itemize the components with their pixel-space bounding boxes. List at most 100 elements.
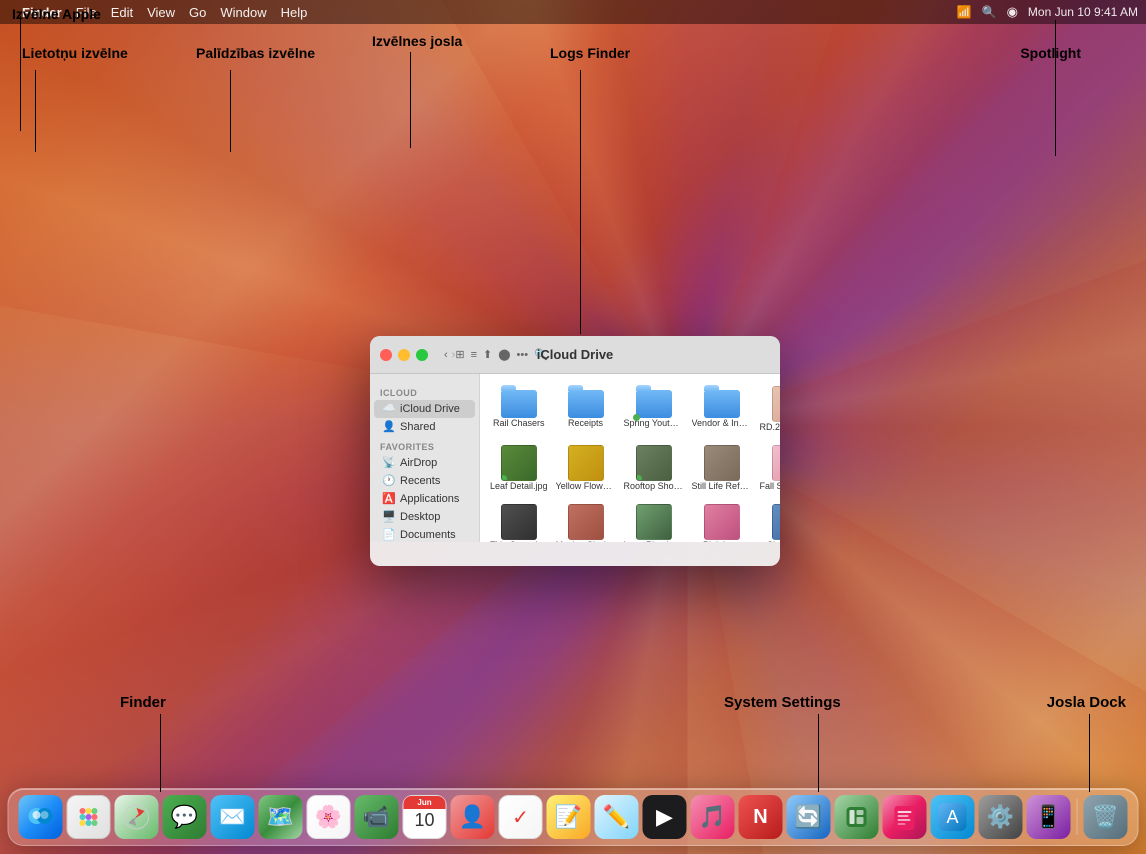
ann-line-system-settings (818, 714, 819, 792)
view-grid-icon[interactable]: ⊞ (455, 348, 464, 361)
sidebar-icloud-drive-label: iCloud Drive (400, 403, 460, 415)
help-menu-item[interactable]: Help (281, 5, 308, 20)
dock-item-appstore[interactable]: A (931, 795, 975, 839)
back-button[interactable]: ‹ (444, 349, 448, 361)
file-thumb-fallscents (772, 445, 780, 481)
file-label-flower: Yellow Flower.jpg (556, 481, 616, 492)
sidebar-recents-label: Recents (400, 475, 440, 487)
sidebar-item-icloud-drive[interactable]: ☁️ iCloud Drive (374, 400, 475, 418)
file-thumb-lonepine (636, 504, 672, 540)
file-label-fallscents: Fall Scents Outline.pages (760, 481, 780, 492)
dock-item-freeform[interactable]: ✏️ (595, 795, 639, 839)
dock: 💬 ✉️ 🗺️ 🌸 📹 Jun 10 👤 ✓ (8, 788, 1139, 846)
settings-emoji: ⚙️ (987, 804, 1014, 830)
dock-item-facetime[interactable]: 📹 (355, 795, 399, 839)
sidebar-documents-label: Documents (400, 529, 456, 541)
file-label-stilllife: Still Life Reference.jpg (692, 481, 752, 492)
dock-item-finder[interactable] (19, 795, 63, 839)
file-item-leaf[interactable]: Leaf Detail.jpg (488, 441, 550, 496)
go-menu-item[interactable]: Go (189, 5, 206, 20)
migration-emoji: 🔄 (795, 804, 822, 830)
edit-menu-item[interactable]: Edit (111, 5, 133, 20)
file-thumb-stilllife (704, 445, 740, 481)
menubar-date: Mon Jun 10 9:41 AM (1028, 5, 1138, 19)
dock-item-messages[interactable]: 💬 (163, 795, 207, 839)
finder-menu-item[interactable]: Finder (22, 5, 62, 20)
dock-item-migration[interactable]: 🔄 (787, 795, 831, 839)
applications-icon: 🅰️ (382, 492, 396, 506)
spotlight-icon[interactable]: 🔍 (982, 5, 997, 19)
file-item-skater[interactable]: Skater.jpeg (758, 500, 780, 542)
view-list-icon[interactable]: ≡ (471, 349, 477, 361)
dock-item-maps[interactable]: 🗺️ (259, 795, 303, 839)
file-item-stilllife[interactable]: Still Life Reference.jpg (690, 441, 754, 496)
traffic-light-fullscreen[interactable] (416, 349, 428, 361)
dock-item-iphone-mirror[interactable]: 📱 (1027, 795, 1071, 839)
sidebar-item-recents[interactable]: 🕐 Recents (374, 472, 475, 490)
view-menu-item[interactable]: View (147, 5, 175, 20)
window-menu-item[interactable]: Window (220, 5, 266, 20)
menubar-right: 📶 🔍 ◉ Mon Jun 10 9:41 AM (957, 4, 1138, 20)
file-item-mexicocity[interactable]: Mexico City.jpeg (554, 500, 618, 542)
sidebar-applications-label: Applications (400, 493, 459, 505)
file-item-vendor[interactable]: Vendor & Invoices (690, 382, 754, 437)
file-item-lonepine[interactable]: Lone Pine.jpeg (622, 500, 686, 542)
dock-item-music[interactable]: 🎵 (691, 795, 735, 839)
tag-icon[interactable]: ⬤ (498, 348, 510, 361)
news-letter: N (753, 806, 767, 829)
dock-container: 💬 ✉️ 🗺️ 🌸 📹 Jun 10 👤 ✓ (8, 788, 1139, 846)
file-item-flower[interactable]: Yellow Flower.jpg (554, 441, 618, 496)
airdrop-icon: 📡 (382, 456, 396, 470)
mail-emoji: ✉️ (219, 804, 246, 830)
file-label-receipts: Receipts (568, 418, 603, 429)
dock-item-news[interactable]: N (739, 795, 783, 839)
file-item-spring-youth[interactable]: Spring Youth Council (622, 382, 686, 437)
traffic-light-close[interactable] (380, 349, 392, 361)
file-item-rooftop[interactable]: Rooftop Shoot.jpg (622, 441, 686, 496)
dock-item-reminders[interactable]: ✓ (499, 795, 543, 839)
siri-icon[interactable]: ◉ (1007, 4, 1018, 20)
folder-icon-receipts (568, 390, 604, 418)
file-label-pink: Pink.jpeg (703, 540, 740, 542)
dock-item-launchpad[interactable] (67, 795, 111, 839)
icloud-drive-icon: ☁️ (382, 402, 396, 416)
share-icon[interactable]: ⬆ (483, 348, 492, 361)
file-item-fallscents[interactable]: Fall Scents Outline.pages (758, 441, 780, 496)
sidebar-item-desktop[interactable]: 🖥️ Desktop (374, 508, 475, 526)
dock-item-safari[interactable] (115, 795, 159, 839)
sidebar-item-applications[interactable]: 🅰️ Applications (374, 490, 475, 508)
safari-icon (123, 803, 151, 831)
sidebar-item-shared[interactable]: 👤 Shared (374, 418, 475, 436)
file-menu-item[interactable]: File (76, 5, 97, 20)
dock-item-trash[interactable]: 🗑️ (1084, 795, 1128, 839)
dock-item-mail[interactable]: ✉️ (211, 795, 255, 839)
traffic-light-minimize[interactable] (398, 349, 410, 361)
sync-dot-rooftop (636, 475, 642, 481)
file-item-titlecover[interactable]: Title Cover.jpg (488, 500, 550, 542)
sidebar-shared-label: Shared (400, 421, 435, 433)
ann-line-logs (580, 70, 581, 334)
dock-item-pages[interactable] (883, 795, 927, 839)
finder-window-title: iCloud Drive (537, 347, 614, 362)
ann-line-lietotnu (35, 70, 36, 152)
dock-item-calendar[interactable]: Jun 10 (403, 795, 447, 839)
dock-item-system-settings[interactable]: ⚙️ (979, 795, 1023, 839)
sidebar-item-airdrop[interactable]: 📡 AirDrop (374, 454, 475, 472)
dock-item-notes[interactable]: 📝 (547, 795, 591, 839)
file-thumb-skater (772, 504, 780, 540)
more-icon[interactable]: ••• (517, 349, 529, 361)
wifi-icon[interactable]: 📶 (957, 5, 972, 19)
file-label-rd2: RD.2-Notes.jpg (760, 422, 780, 433)
dock-item-contacts[interactable]: 👤 (451, 795, 495, 839)
file-item-rail-chasers[interactable]: Rail Chasers (488, 382, 550, 437)
ann-line-izvelnes (410, 52, 411, 148)
file-item-pink[interactable]: Pink.jpeg (690, 500, 754, 542)
launchpad-icon (75, 803, 103, 831)
file-item-rd2[interactable]: jpg RD.2-Notes.jpg (758, 382, 780, 437)
dock-item-photos[interactable]: 🌸 (307, 795, 351, 839)
dock-item-appletv[interactable]: ▶ (643, 795, 687, 839)
file-label-spring: Spring Youth Council (624, 418, 684, 429)
dock-item-numbers[interactable] (835, 795, 879, 839)
file-item-receipts[interactable]: Receipts (554, 382, 618, 437)
sidebar-item-documents[interactable]: 📄 Documents (374, 526, 475, 542)
